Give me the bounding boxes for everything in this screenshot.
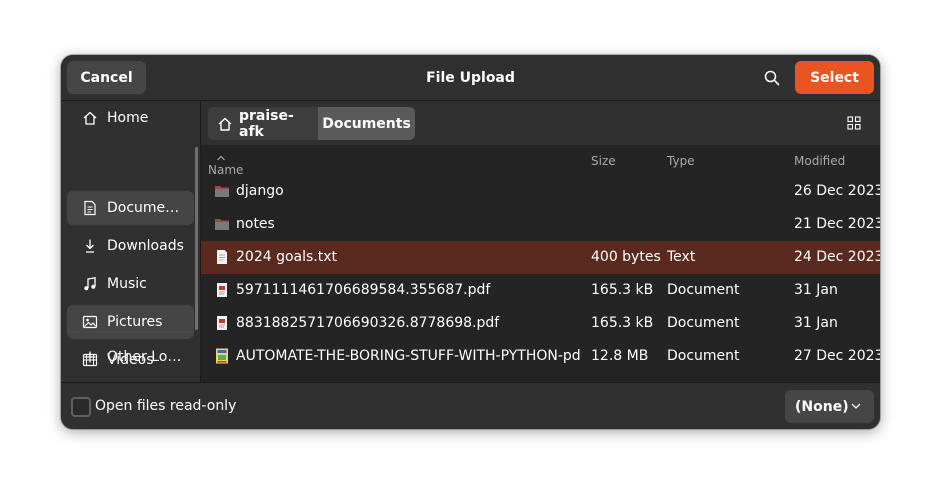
file-name: notes <box>236 216 275 232</box>
filter-value: (None) <box>795 398 849 415</box>
view-toggle-button[interactable] <box>844 113 864 133</box>
header-bar: Cancel File Upload Select <box>61 55 880 101</box>
sidebar-item-other-locations[interactable]: Other Lo… <box>67 340 194 374</box>
pdf-file-icon <box>217 283 227 297</box>
file-name: django <box>236 183 284 199</box>
column-header-name[interactable]: Name <box>208 154 243 177</box>
column-header-size[interactable]: Size <box>591 154 616 168</box>
search-icon <box>764 70 780 85</box>
select-button[interactable]: Select <box>795 61 874 94</box>
cancel-button[interactable]: Cancel <box>67 61 146 94</box>
file-name: 2024 goals.txt <box>236 249 338 265</box>
breadcrumb-home-label: praise-afk <box>239 107 294 140</box>
file-row[interactable]: AUTOMATE-THE-BORING-STUFF-WITH-PYTHON-pd… <box>201 340 880 373</box>
pdf-file-icon <box>217 316 227 330</box>
file-name: 5971111461706689584.355687.pdf <box>236 282 491 298</box>
file-upload-dialog: Cancel File Upload Select Home Docume… D… <box>61 55 880 429</box>
file-filter-dropdown[interactable]: (None) <box>785 390 874 423</box>
sidebar-item-label: Other Lo… <box>107 349 182 365</box>
file-name: AUTOMATE-THE-BORING-STUFF-WITH-PYTHON-pd… <box>236 348 581 364</box>
file-modified: 21 Dec 2023 <box>794 216 880 232</box>
file-row-selected[interactable]: 2024 goals.txt 400 bytes Text 24 Dec 202… <box>201 241 880 274</box>
file-name: 8831882571706690326.8778698.pdf <box>236 315 500 331</box>
file-type: Document <box>667 315 740 331</box>
folder-icon <box>215 186 229 197</box>
home-icon <box>81 109 99 127</box>
read-only-checkbox[interactable] <box>71 397 91 417</box>
file-row[interactable]: django 26 Dec 2023 <box>201 175 880 208</box>
column-headers: Name Size Type Modified <box>201 145 880 177</box>
search-button[interactable] <box>757 61 787 94</box>
file-size: 165.3 kB <box>591 315 654 331</box>
file-row[interactable]: 5971111461706689584.355687.pdf 165.3 kB … <box>201 274 880 307</box>
text-file-icon <box>217 250 227 264</box>
home-icon <box>217 116 233 132</box>
file-row[interactable]: notes 21 Dec 2023 <box>201 208 880 241</box>
file-modified: 24 Dec 2023 <box>794 249 880 265</box>
read-only-label[interactable]: Open files read-only <box>95 398 236 414</box>
plus-icon <box>81 348 99 366</box>
sidebar-item-pictures[interactable]: Pictures <box>67 305 194 339</box>
music-icon <box>81 275 99 293</box>
sidebar-item-downloads[interactable]: Downloads <box>67 229 194 263</box>
grid-view-icon <box>847 116 861 130</box>
sidebar-item-music[interactable]: Music <box>67 267 194 301</box>
sidebar-item-label: Docume… <box>107 200 180 216</box>
column-header-type[interactable]: Type <box>667 154 695 168</box>
sidebar-item-label: Pictures <box>107 314 163 330</box>
file-size: 12.8 MB <box>591 348 649 364</box>
file-row[interactable]: 8831882571706690326.8778698.pdf 165.3 kB… <box>201 307 880 340</box>
download-icon <box>81 237 99 255</box>
sidebar-item-label: Downloads <box>107 238 184 254</box>
sidebar-item-label: Home <box>107 110 149 126</box>
file-modified: 31 Jan <box>794 315 838 331</box>
chevron-down-icon <box>850 401 862 411</box>
sidebar-divider <box>67 331 194 332</box>
file-type: Document <box>667 348 740 364</box>
column-header-modified[interactable]: Modified <box>794 154 845 168</box>
folder-icon <box>215 219 229 230</box>
sidebar-item-documents[interactable]: Docume… <box>67 191 194 225</box>
document-icon <box>81 199 99 217</box>
file-browser: praise-afk Documents Name Size Type Modi… <box>201 101 880 382</box>
file-type: Text <box>667 249 696 265</box>
file-type: Document <box>667 282 740 298</box>
breadcrumb-documents[interactable]: Documents <box>318 107 415 140</box>
picture-icon <box>81 313 99 331</box>
sidebar-item-label: Music <box>107 276 147 292</box>
pdf-thumbnail-icon <box>216 348 228 364</box>
file-size: 165.3 kB <box>591 282 654 298</box>
file-size: 400 bytes <box>591 249 661 265</box>
file-modified: 26 Dec 2023 <box>794 183 880 199</box>
sidebar-scrollbar[interactable] <box>195 147 198 330</box>
file-modified: 31 Jan <box>794 282 838 298</box>
sort-ascending-icon <box>217 155 225 161</box>
breadcrumb-home[interactable]: praise-afk <box>208 107 318 140</box>
path-bar: praise-afk Documents <box>201 101 880 145</box>
footer-bar: Open files read-only (None) <box>61 382 880 429</box>
file-modified: 27 Dec 2023 <box>794 348 880 364</box>
sidebar-item-home[interactable]: Home <box>67 101 194 135</box>
